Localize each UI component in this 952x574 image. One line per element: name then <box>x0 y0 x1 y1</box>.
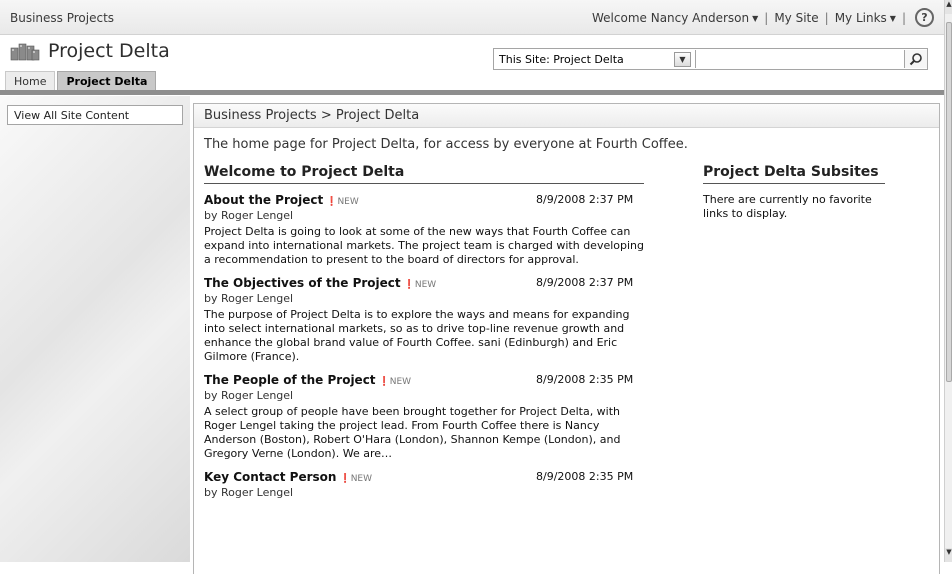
post-title-group: The People of the Project ❗NEW <box>204 373 411 389</box>
webpart-title[interactable]: Welcome to Project Delta <box>204 164 644 184</box>
post-title-group: The Objectives of the Project ❗NEW <box>204 276 436 292</box>
search-bar: This Site: Project Delta ▼ <box>493 48 928 70</box>
search-input[interactable] <box>696 50 904 68</box>
tab-project-delta[interactable]: Project Delta <box>57 71 157 92</box>
post-title-group: About the Project ❗NEW <box>204 193 359 209</box>
post-title-link[interactable]: The Objectives of the Project <box>204 276 401 290</box>
new-label: NEW <box>389 377 412 387</box>
welcome-label: Welcome Nancy Anderson <box>592 10 750 25</box>
post-date: 8/9/2008 2:35 PM <box>536 470 634 483</box>
post-body: Project Delta is going to look at some o… <box>204 225 645 266</box>
new-label: NEW <box>350 474 373 484</box>
announcements-webpart: Welcome to Project Delta About the Proje… <box>204 164 644 500</box>
site-title[interactable]: Project Delta <box>48 40 170 62</box>
chevron-down-icon[interactable]: ▼ <box>674 52 691 67</box>
post-author: by Roger Lengel <box>204 292 294 305</box>
list-item: Key Contact Person ❗NEW 8/9/2008 2:35 PM … <box>204 470 644 500</box>
site-name-link[interactable]: Business Projects <box>10 11 114 25</box>
my-links-menu[interactable]: My Links ▼ <box>835 11 896 25</box>
help-icon[interactable]: ? <box>915 8 934 27</box>
separator: | <box>824 10 829 25</box>
separator: | <box>901 10 906 25</box>
breadcrumb[interactable]: Business Projects > Project Delta <box>194 104 939 128</box>
post-author: by Roger Lengel <box>204 389 294 402</box>
scroll-down-icon[interactable]: ▼ <box>945 548 952 562</box>
post-author: by Roger Lengel <box>204 486 294 499</box>
search-icon <box>909 53 922 66</box>
post-title-link[interactable]: About the Project <box>204 193 323 207</box>
welcome-menu[interactable]: Welcome Nancy Anderson ▼ <box>592 11 758 25</box>
separator: | <box>764 10 769 25</box>
webpart-title[interactable]: Project Delta Subsites <box>703 164 885 184</box>
subsites-webpart: Project Delta Subsites There are current… <box>703 164 885 221</box>
view-all-site-content-link[interactable]: View All Site Content <box>7 105 183 125</box>
post-title-group: Key Contact Person ❗NEW <box>204 470 372 486</box>
site-logo-icon <box>10 43 40 61</box>
content-frame: Business Projects > Project Delta The ho… <box>193 103 940 574</box>
tab-underline <box>0 90 944 95</box>
post-header: About the Project ❗NEW 8/9/2008 2:37 PM <box>204 193 644 209</box>
new-label: NEW <box>414 280 437 290</box>
post-header: The Objectives of the Project ❗NEW 8/9/20… <box>204 276 644 292</box>
vertical-scrollbar[interactable]: ▲ ▼ <box>944 0 952 562</box>
new-label: NEW <box>337 197 359 207</box>
new-badge: ❗NEW <box>403 280 437 290</box>
left-nav: View All Site Content <box>0 96 190 562</box>
chevron-down-icon: ▼ <box>889 13 896 23</box>
post-date: 8/9/2008 2:37 PM <box>536 193 634 206</box>
my-site-link[interactable]: My Site <box>774 11 818 25</box>
search-scope-value: This Site: Project Delta <box>499 52 624 66</box>
search-button[interactable] <box>904 50 927 68</box>
post-header: Key Contact Person ❗NEW 8/9/2008 2:35 PM <box>204 470 644 486</box>
scrollbar-thumb[interactable] <box>946 22 952 382</box>
list-item: About the Project ❗NEW 8/9/2008 2:37 PM b… <box>204 193 644 267</box>
new-badge: ❗NEW <box>326 197 359 207</box>
post-author: by Roger Lengel <box>204 209 294 222</box>
list-item: The People of the Project ❗NEW 8/9/2008 2… <box>204 373 644 461</box>
my-links-label: My Links <box>834 10 887 25</box>
post-date: 8/9/2008 2:37 PM <box>536 276 634 289</box>
tab-home[interactable]: Home <box>5 71 56 92</box>
top-bar: Business Projects Welcome Nancy Anderson… <box>0 0 944 35</box>
post-body: The purpose of Project Delta is to explo… <box>204 308 630 363</box>
empty-message: There are currently no favorite links to… <box>703 193 872 220</box>
search-scope-select[interactable]: This Site: Project Delta ▼ <box>494 50 696 68</box>
post-title-link[interactable]: Key Contact Person <box>204 470 336 484</box>
chevron-down-icon: ▼ <box>752 13 759 23</box>
post-title-link[interactable]: The People of the Project <box>204 373 376 387</box>
post-date: 8/9/2008 2:35 PM <box>536 373 634 386</box>
post-body: A select group of people have been broug… <box>204 405 621 460</box>
top-nav-tabs: Home Project Delta <box>5 71 158 92</box>
top-bar-right: Welcome Nancy Anderson ▼ | My Site | My L… <box>592 8 934 27</box>
new-badge: ❗NEW <box>339 474 373 484</box>
post-header: The People of the Project ❗NEW 8/9/2008 2… <box>204 373 644 389</box>
site-description: The home page for Project Delta, for acc… <box>204 137 688 152</box>
site-header: Project Delta This Site: Project Delta ▼… <box>0 35 944 95</box>
list-item: The Objectives of the Project ❗NEW 8/9/20… <box>204 276 644 364</box>
new-badge: ❗NEW <box>378 377 412 387</box>
scroll-up-icon[interactable]: ▲ <box>945 0 952 14</box>
